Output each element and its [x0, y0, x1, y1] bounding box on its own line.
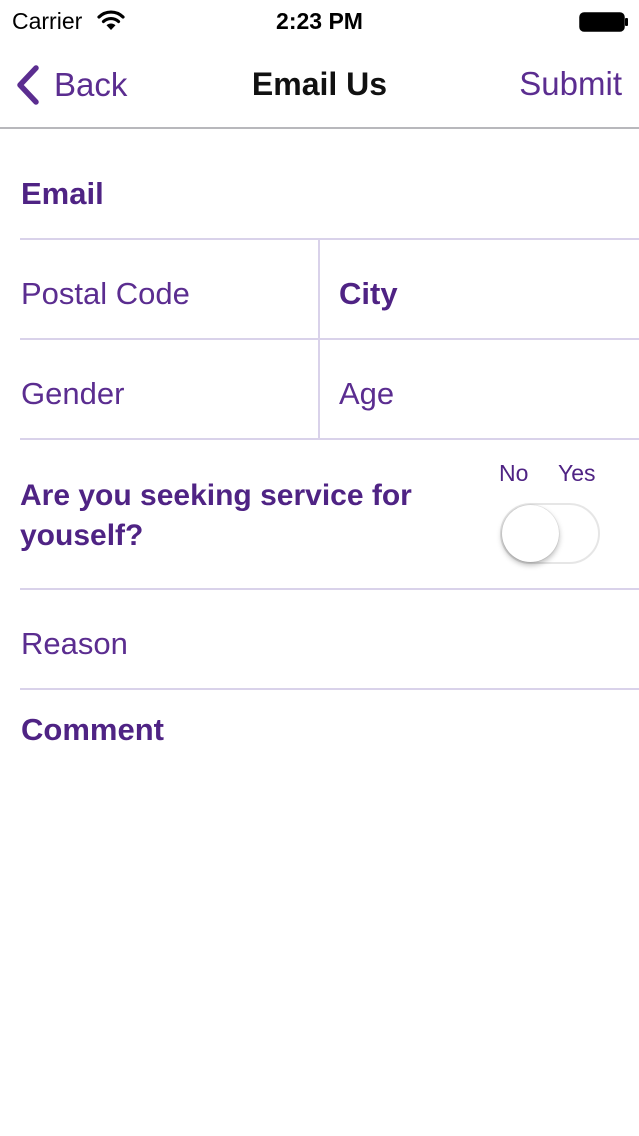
age-field[interactable]: Age: [320, 340, 639, 438]
toggle-yes-label: Yes: [558, 460, 596, 486]
toggle-no-label: No: [499, 460, 529, 486]
gender-field[interactable]: Gender: [20, 340, 320, 438]
navigation-bar: Back Email Us Submit: [0, 40, 639, 129]
city-label: City: [339, 276, 398, 311]
postal-code-label: Postal Code: [21, 276, 190, 311]
gender-age-row: Gender Age: [20, 340, 639, 440]
reason-field[interactable]: Reason: [20, 590, 639, 690]
city-field[interactable]: City: [320, 240, 639, 338]
email-form: Email Postal Code City Gender Age Are yo…: [0, 129, 639, 690]
service-question-row: Are you seeking service for youself? No …: [20, 440, 639, 590]
toggle-knob[interactable]: [502, 505, 559, 562]
reason-label: Reason: [21, 626, 128, 661]
postal-city-row: Postal Code City: [20, 240, 639, 340]
email-label: Email: [21, 176, 104, 211]
email-field[interactable]: Email: [20, 129, 639, 240]
comment-field[interactable]: [20, 700, 639, 1120]
age-label: Age: [339, 376, 395, 411]
status-time: 2:23 PM: [276, 8, 363, 34]
comment-label: Comment: [21, 712, 164, 747]
battery-icon: [579, 12, 628, 32]
service-question: Are you seeking service for youself?: [20, 479, 412, 552]
postal-code-field[interactable]: Postal Code: [20, 240, 320, 338]
status-bar: Carrier 2:23 PM: [0, 0, 639, 40]
gender-label: Gender: [21, 376, 125, 411]
submit-button[interactable]: Submit: [519, 64, 622, 104]
self-service-toggle[interactable]: [500, 503, 600, 564]
screen: Carrier 2:23 PM Back Email Us Submit Ema…: [0, 0, 639, 1136]
